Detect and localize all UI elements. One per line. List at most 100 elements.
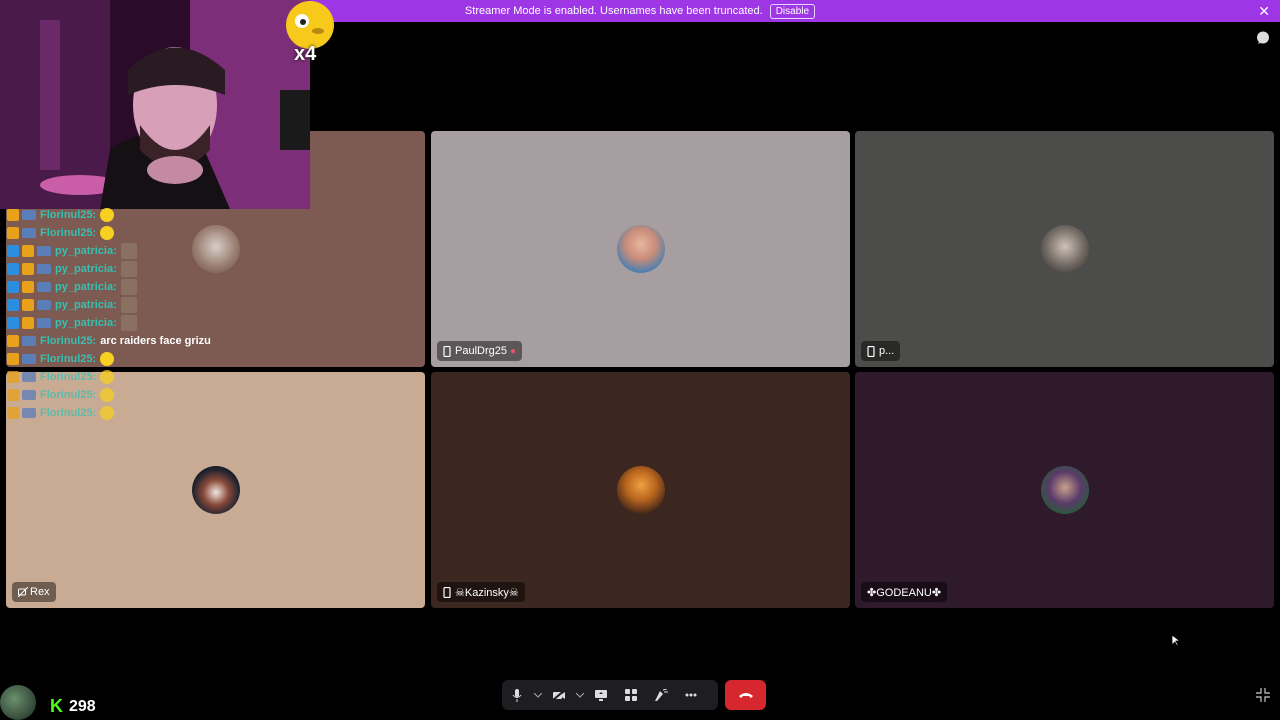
crown-badge-icon [7,335,19,347]
participant-nameplate: Rex [12,582,56,602]
camera-button[interactable] [544,680,574,710]
more-options-button[interactable] [676,680,706,710]
glasses-badge-icon [22,372,36,382]
chat-text: arc raiders face grizu [100,335,211,347]
crown-badge-icon [22,317,34,329]
emote-icon [120,297,137,313]
participant-name: PaulDrg25 [455,345,507,357]
viewer-count: 298 [69,697,96,715]
microphone-options-caret[interactable] [532,680,544,710]
chat-username: Florinul25: [40,407,97,419]
hangup-icon [738,692,753,698]
user-avatar[interactable] [0,685,36,720]
emoji-icon [100,388,115,402]
webcam-scene [0,0,310,209]
chat-username: Florinul25: [40,371,97,383]
chat-message: Florinul25: arc raiders face grizu [7,332,307,350]
disable-streamer-mode-button[interactable]: Disable [769,3,816,19]
chat-username: py_patricia: [55,317,117,329]
heart-icon: ● [509,345,517,357]
boost-multiplier: x4 [294,43,317,65]
chat-message: py_patricia: [7,260,307,278]
glasses-badge-icon [22,228,36,238]
vip-badge-icon [7,263,19,275]
exit-fullscreen-icon[interactable] [1256,688,1270,702]
crown-badge-icon [7,353,19,365]
microphone-icon [512,688,522,702]
glasses-badge-icon [22,354,36,364]
participant-avatar [616,225,665,273]
vip-badge-icon [7,299,19,311]
participant-avatar [616,466,665,514]
participant-nameplate: PaulDrg25 ● [437,341,523,361]
crown-badge-icon [7,407,19,419]
emoji-icon [100,208,115,222]
glasses-badge-icon [37,282,51,292]
activities-icon [625,689,637,701]
participant-tile-3[interactable]: p... [855,131,1274,367]
activities-button[interactable] [616,680,646,710]
crown-badge-icon [7,389,19,401]
boost-overlay: x4 [282,1,338,73]
call-controls [502,680,718,710]
participant-name: p... [879,345,895,357]
crown-badge-icon [22,245,34,257]
crown-badge-icon [7,371,19,383]
crown-badge-icon [7,227,19,239]
soundboard-button[interactable] [646,680,676,710]
chevron-down-icon [576,692,584,698]
emote-icon [120,261,137,277]
glasses-badge-icon [22,336,36,346]
chat-username: py_patricia: [55,263,117,275]
glasses-badge-icon [37,264,51,274]
camera-off-icon [17,586,29,598]
crown-badge-icon [22,299,34,311]
microphone-button[interactable] [502,680,532,710]
chat-message: py_patricia: [7,242,307,260]
chat-message: Florinul25: [7,224,307,242]
kick-viewer-count: K 298 [50,696,96,717]
vip-badge-icon [7,245,19,257]
emoji-icon [100,370,115,384]
disconnect-button[interactable] [725,680,766,710]
screen-share-icon [595,690,607,701]
chat-username: py_patricia: [55,299,117,311]
chat-message: Florinul25: [7,404,307,422]
chat-message: Florinul25: [7,368,307,386]
crown-badge-icon [7,209,19,221]
glasses-badge-icon [22,210,36,220]
participant-tile-5[interactable]: ☠Kazinsky☠ [431,372,850,608]
vip-badge-icon [7,317,19,329]
participant-avatar [191,466,240,514]
chat-message: py_patricia: [7,278,307,296]
chat-username: Florinul25: [40,209,97,221]
emoji-icon [100,406,115,420]
participant-tile-2[interactable]: PaulDrg25 ● [431,131,850,367]
close-banner-icon[interactable]: ✕ [1258,3,1270,20]
camera-options-caret[interactable] [574,680,586,710]
chat-message: Florinul25: [7,350,307,368]
glasses-badge-icon [37,300,51,310]
vip-badge-icon [7,281,19,293]
chat-message: Florinul25: [7,386,307,404]
emote-icon [120,315,137,331]
screen-share-button[interactable] [586,680,616,710]
chat-message: py_patricia: [7,314,307,332]
participant-name: ☠Kazinsky☠ [455,586,519,599]
participant-tile-6[interactable]: ✤GODEANU✤ [855,372,1274,608]
soundboard-icon [655,689,668,701]
chat-overlay: Florinul25: Florinul25: py_patricia: py_pat… [7,206,307,422]
chat-username: py_patricia: [55,281,117,293]
mobile-device-icon [443,345,451,357]
participant-nameplate: ✤GODEANU✤ [861,582,948,602]
chat-username: Florinul25: [40,335,97,347]
glasses-badge-icon [37,318,51,328]
chat-icon[interactable] [1256,31,1270,45]
participant-avatar [1040,466,1089,514]
participant-avatar [1040,225,1089,273]
emoji-icon [100,352,115,366]
chat-username: Florinul25: [40,227,97,239]
mobile-device-icon [867,345,875,357]
chat-message: Florinul25: [7,206,307,224]
emote-icon [120,243,137,259]
